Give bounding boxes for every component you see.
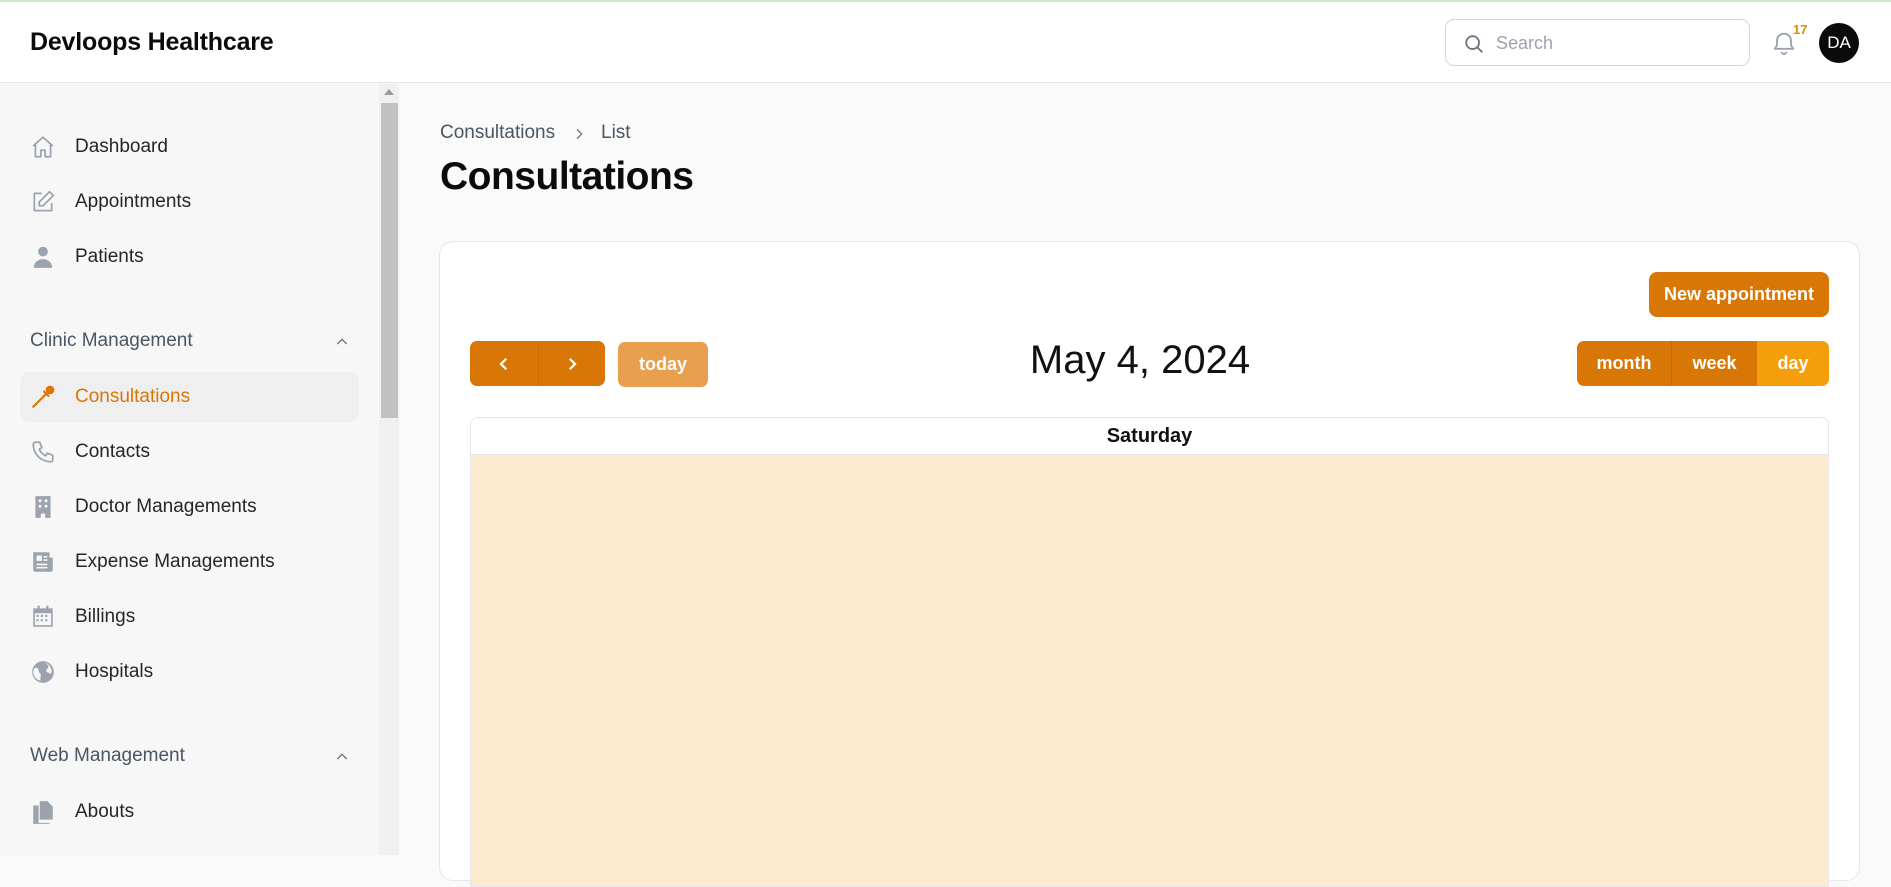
sidebar-item-label: Contacts (75, 441, 150, 462)
sidebar-item-label: Doctor Managements (75, 496, 257, 517)
group-web-management[interactable]: Web Management (30, 745, 350, 775)
sidebar-item-billings[interactable]: Billings (20, 592, 359, 642)
notification-badge: 17 (1793, 22, 1808, 37)
chevron-left-icon (499, 357, 507, 370)
group-label: Clinic Management (30, 330, 193, 351)
sidebar-item-label: Patients (75, 246, 144, 267)
breadcrumb-current: List (601, 122, 631, 143)
building-icon (35, 496, 51, 518)
phone-icon (32, 441, 54, 463)
avatar[interactable]: DA (1819, 23, 1859, 63)
view-month-button[interactable]: month (1577, 341, 1671, 386)
search-input[interactable] (1496, 30, 1736, 56)
scroll-thumb[interactable] (381, 103, 398, 418)
chevron-right-icon (576, 128, 583, 140)
sidebar-item-label: Hospitals (75, 661, 154, 682)
top-header: Devloops Healthcare 17 DA (0, 2, 1891, 83)
view-switcher: month week day (1577, 341, 1829, 386)
documents-icon (33, 801, 53, 824)
sidebar-item-hospitals[interactable]: Hospitals (20, 647, 359, 697)
day-header: Saturday (471, 418, 1828, 455)
sidebar-item-consultations[interactable]: Consultations (20, 372, 359, 422)
sidebar-item-label: Abouts (75, 801, 135, 822)
prev-button[interactable] (470, 341, 538, 386)
today-button[interactable]: today (618, 342, 708, 387)
day-view-grid: Saturday (470, 417, 1829, 887)
new-appointment-button[interactable]: New appointment (1649, 272, 1829, 317)
scroll-up-arrow-icon[interactable] (384, 89, 394, 95)
search-icon (1465, 35, 1483, 53)
calendar-current-date: May 4, 2024 (1029, 338, 1251, 382)
sidebar-item-dashboard[interactable]: Dashboard (20, 122, 359, 172)
sidebar-item-label: Billings (75, 606, 136, 627)
group-label: Web Management (30, 745, 185, 766)
sidebar: Dashboard Appointments Patients Clinic M… (0, 84, 379, 855)
user-icon (33, 246, 53, 268)
next-button[interactable] (537, 341, 606, 386)
view-week-button[interactable]: week (1671, 341, 1757, 386)
sidebar-item-label: Consultations (75, 386, 191, 407)
sidebar-item-appointments[interactable]: Appointments (20, 177, 359, 227)
newspaper-icon (33, 552, 53, 572)
sidebar-item-patients[interactable]: Patients (20, 232, 359, 282)
calendar-nav-group (470, 341, 605, 386)
chevron-right-icon (568, 357, 577, 370)
breadcrumb-parent[interactable]: Consultations (440, 122, 555, 144)
sidebar-item-abouts[interactable]: Abouts (20, 787, 359, 837)
sidebar-item-label: Appointments (75, 191, 192, 212)
eyedropper-icon (32, 385, 55, 408)
sidebar-item-doctor-managements[interactable]: Doctor Managements (20, 482, 359, 532)
chevron-up-icon (336, 338, 348, 345)
edit-icon (33, 190, 55, 212)
sidebar-item-expense-managements[interactable]: Expense Managements (20, 537, 359, 587)
day-cell-today[interactable] (471, 455, 1828, 886)
globe-icon (32, 661, 54, 683)
page-title: Consultations (440, 155, 694, 198)
group-clinic-management[interactable]: Clinic Management (30, 330, 350, 360)
brand-name[interactable]: Devloops Healthcare (30, 28, 274, 57)
chevron-up-icon (336, 753, 348, 760)
home-icon (32, 136, 54, 158)
calendar-icon (33, 605, 53, 627)
sidebar-item-label: Expense Managements (75, 551, 275, 572)
sidebar-item-label: Dashboard (75, 136, 168, 157)
view-day-button[interactable]: day (1757, 341, 1829, 386)
search-box[interactable] (1445, 19, 1750, 66)
sidebar-item-contacts[interactable]: Contacts (20, 427, 359, 477)
